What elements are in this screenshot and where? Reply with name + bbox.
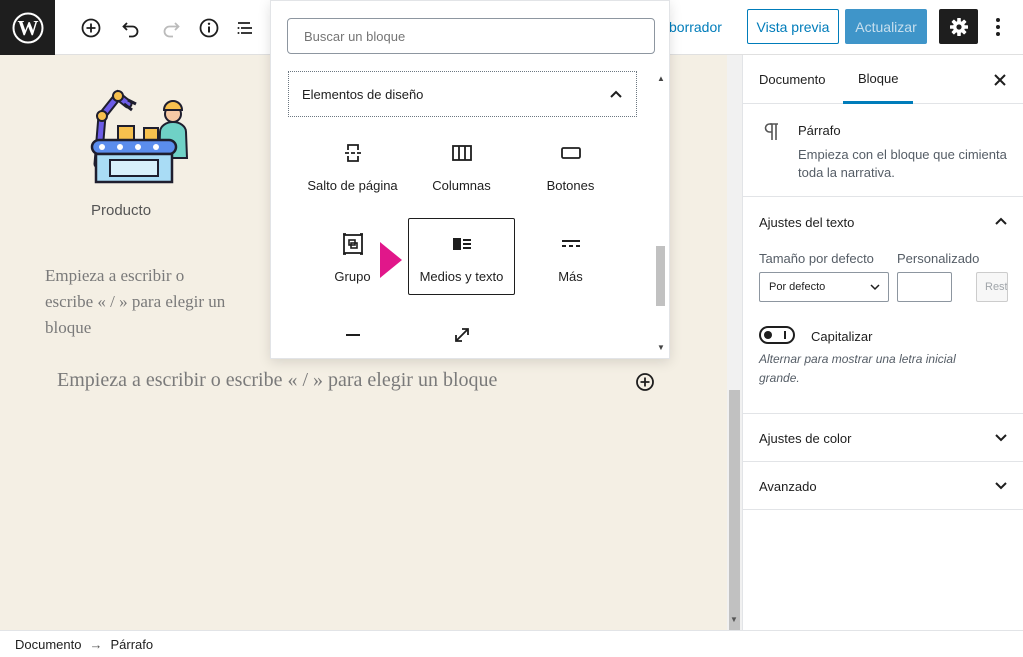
info-icon[interactable]	[194, 13, 224, 43]
block-card-title: Párrafo	[798, 123, 841, 138]
update-button[interactable]: Actualizar	[845, 9, 927, 44]
block-columns[interactable]: Columnas	[408, 127, 515, 204]
drop-cap-toggle[interactable]	[759, 326, 795, 344]
drop-cap-help: Alternar para mostrar una letra inicial …	[759, 352, 956, 385]
outline-list-icon[interactable]	[230, 13, 260, 43]
factory-worker-image	[88, 86, 192, 188]
paragraph-icon	[764, 123, 778, 140]
wordpress-logo-icon[interactable]: W	[0, 0, 55, 55]
reset-button[interactable]: Restablecer	[976, 272, 1008, 302]
advanced-title[interactable]: Avanzado	[759, 479, 817, 494]
custom-size-label: Personalizado	[897, 251, 980, 266]
gear-icon	[949, 17, 968, 36]
block-more[interactable]: Más	[517, 218, 624, 295]
paragraph-placeholder[interactable]: Empieza a escribir o escribe « / » para …	[45, 263, 235, 341]
scroll-up-arrow-icon[interactable]: ▲	[657, 74, 665, 83]
settings-button[interactable]	[939, 9, 978, 44]
media-text-icon	[450, 232, 474, 256]
sidebar-tabs: Documento Bloque	[743, 55, 1023, 104]
block-media-text[interactable]: Medios y texto	[408, 218, 515, 295]
chevron-down-icon[interactable]	[993, 430, 1009, 446]
inserter-scrollbar[interactable]: ▲ ▼	[654, 71, 667, 357]
chevron-up-icon	[610, 90, 622, 98]
columns-icon	[450, 141, 474, 165]
block-card: Párrafo Empieza con el bloque que cimien…	[743, 104, 1023, 197]
add-block-icon[interactable]	[76, 13, 106, 43]
preview-button[interactable]: Vista previa	[747, 9, 839, 44]
inline-add-block-icon[interactable]	[634, 371, 656, 393]
separator-icon	[341, 323, 365, 347]
custom-size-input[interactable]	[897, 272, 952, 302]
chevron-down-icon[interactable]	[993, 478, 1009, 494]
tab-block[interactable]: Bloque	[843, 55, 914, 104]
color-settings-panel[interactable]: Ajustes de color	[743, 414, 1023, 462]
font-size-label: Tamaño por defecto	[759, 251, 874, 266]
breadcrumb-paragraph[interactable]: Párrafo	[110, 637, 153, 652]
redo-icon[interactable]	[156, 13, 186, 43]
settings-sidebar: Documento Bloque Párrafo Empieza con el …	[742, 55, 1023, 630]
block-search-input[interactable]	[287, 18, 655, 54]
editor-scrollbar[interactable]: ▼	[727, 55, 742, 648]
chevron-down-icon	[870, 284, 880, 291]
tab-document[interactable]: Documento	[759, 55, 825, 104]
undo-icon[interactable]	[116, 13, 146, 43]
panel-title: Elementos de diseño	[302, 86, 424, 102]
svg-text:W: W	[17, 16, 38, 40]
group-icon	[341, 232, 365, 256]
block-separator[interactable]	[299, 309, 406, 359]
drop-cap-label: Capitalizar	[811, 329, 873, 344]
breadcrumb-document[interactable]: Documento	[15, 637, 81, 652]
breadcrumb-separator: →	[89, 636, 103, 652]
editor-scrollbar-thumb[interactable]	[729, 390, 740, 648]
scroll-down-arrow-icon[interactable]: ▼	[730, 615, 738, 624]
more-icon	[559, 232, 583, 256]
advanced-panel[interactable]: Avanzado	[743, 462, 1023, 510]
inserter-scrollbar-thumb[interactable]	[656, 246, 665, 306]
block-buttons[interactable]: Botones	[517, 127, 624, 204]
design-elements-panel-toggle[interactable]: Elementos de diseño	[288, 71, 637, 117]
text-settings-title[interactable]: Ajustes del texto	[759, 215, 854, 230]
highlight-arrow-icon	[380, 242, 402, 278]
paragraph-placeholder-wide[interactable]: Empieza a escribir o escribe « / » para …	[57, 369, 497, 392]
spacer-icon	[450, 323, 474, 347]
close-icon[interactable]	[992, 72, 1008, 88]
block-card-description: Empieza con el bloque que cimienta toda …	[798, 147, 1007, 180]
block-inserter-popover: Elementos de diseño ▲ ▼ Salto de página …	[270, 0, 670, 359]
product-caption: Producto	[91, 202, 152, 219]
page-break-icon	[341, 141, 365, 165]
chevron-up-icon[interactable]	[993, 213, 1009, 229]
buttons-icon	[559, 141, 583, 165]
font-size-select[interactable]: Por defecto	[759, 272, 889, 302]
color-settings-title[interactable]: Ajustes de color	[759, 431, 852, 446]
breadcrumb: Documento → Párrafo	[0, 630, 1023, 657]
scroll-down-arrow-icon[interactable]: ▼	[657, 343, 665, 352]
more-options-icon[interactable]	[986, 12, 1010, 42]
block-spacer[interactable]	[408, 309, 515, 359]
save-draft-link[interactable]: borrador	[669, 19, 722, 35]
block-page-break[interactable]: Salto de página	[299, 127, 406, 204]
